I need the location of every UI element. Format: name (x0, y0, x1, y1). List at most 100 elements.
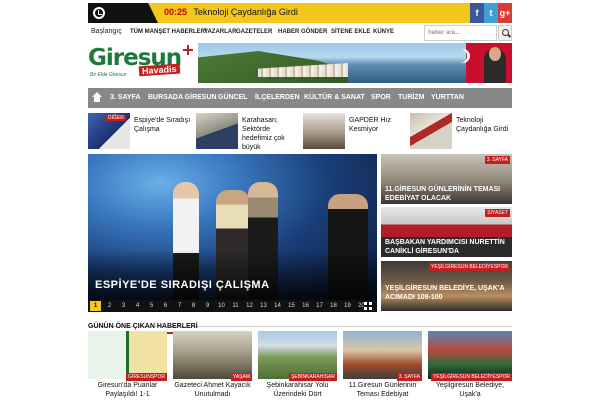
ticker-time: 00:25 (164, 7, 188, 17)
logo-tagline: Bir Elde Giresun (90, 72, 127, 78)
logo-cross-icon (183, 45, 193, 55)
small-news-item[interactable]: GAPDER Hız Kesmiyor (303, 113, 407, 151)
card-tag[interactable]: 3. SAYFA (396, 373, 422, 381)
card-title[interactable]: Giresun'da Puanlar Paylaşıldı! 1-1 (88, 381, 167, 399)
logo-sub-text: Havadis (138, 63, 180, 77)
pager-page-7[interactable]: 7 (174, 301, 185, 311)
twitter-icon[interactable]: t (484, 3, 498, 23)
nav-item-ilcelerden[interactable]: İLÇELERDEN (255, 94, 300, 101)
pager-page-4[interactable]: 4 (132, 301, 143, 311)
pager-page-10[interactable]: 10 (216, 301, 227, 311)
subnav-link-home[interactable]: Başlangıç (91, 28, 122, 35)
subnav-link-authors[interactable]: YAZARLAR (204, 29, 236, 35)
side-news-item[interactable]: 3. SAYFA 11.GİRESUN GÜNLERİNİN TEMASI ED… (381, 154, 512, 204)
card-image (173, 331, 252, 379)
nav-item-3-sayfa[interactable]: 3. SAYFA (110, 94, 140, 101)
card-image (88, 331, 167, 379)
small-news-item[interactable]: Karahasan; Sektörde hedefimiz çok büyük (196, 113, 300, 151)
card-image (258, 331, 337, 379)
search-icon[interactable] (498, 25, 512, 41)
google-plus-icon[interactable]: g+ (498, 3, 512, 23)
small-news-item[interactable]: Teknoloji Çaydanlığa Girdi (410, 113, 512, 151)
clock-icon (93, 7, 105, 19)
card-title[interactable]: 11.Giresun Günlerinin Teması Edebiyat (343, 381, 422, 399)
pager-page-17[interactable]: 17 (314, 301, 325, 311)
small-news-tag: DİĞER (106, 115, 126, 121)
subnav-link-imprint[interactable]: KÜNYE (373, 29, 394, 35)
ticker-headline[interactable]: Teknoloji Çaydanlığa Girdi (193, 7, 298, 17)
pager-page-2[interactable]: 2 (104, 301, 115, 311)
side-news-item[interactable]: YEŞİLGİRESUN BELEDİYESPOR YEŞİLGİRESUN B… (381, 261, 512, 311)
card-tag[interactable]: GİRESUNSPOR (126, 373, 167, 381)
small-news-thumbnail (196, 113, 238, 149)
subnav-link-add-to-site[interactable]: SİTENE EKLE (331, 29, 370, 35)
subnav-link-newspapers[interactable]: GAZETELER (236, 29, 272, 35)
side-news-tag[interactable]: 3. SAYFA (484, 156, 510, 164)
featured-news-card[interactable]: ŞEBİNKARAHİSAR Şebinkarahisar Yolu Üzeri… (258, 331, 337, 400)
small-news-item[interactable]: DİĞER Espiye'de Sıradışı Çalışma (88, 113, 192, 151)
nav-item-guncel[interactable]: GÜNCEL (218, 94, 248, 101)
search-input[interactable]: haber ara... (424, 25, 497, 41)
section-header: GÜNÜN ÖNE ÇIKAN HABERLERİ (88, 315, 512, 334)
subnav-link-send-news[interactable]: HABER GÖNDER (278, 29, 327, 35)
pager-page-16[interactable]: 16 (300, 301, 311, 311)
card-title[interactable]: Şebinkarahisar Yolu Üzerindeki Dört (258, 381, 337, 399)
featured-news-card[interactable]: 3. SAYFA 11.Giresun Günlerinin Teması Ed… (343, 331, 422, 400)
side-news-title[interactable]: BAŞBAKAN YARDIMCISI NURETTİN CANİKLİ GİR… (385, 238, 512, 256)
slider-caption-overlay (88, 250, 377, 300)
featured-news-card[interactable]: GİRESUNSPOR Giresun'da Puanlar Paylaşıld… (88, 331, 167, 400)
card-tag[interactable]: ŞEBİNKARAHİSAR (289, 373, 337, 381)
slider-pager: 1 2 3 4 5 6 7 8 9 10 11 12 13 14 15 16 1… (88, 300, 377, 312)
secondary-nav: Başlangıç TÜM MANŞET HABERLERİ YAZARLAR … (88, 25, 512, 41)
side-news-title[interactable]: 11.GİRESUN GÜNLERİNİN TEMASI EDEBİYAT OL… (385, 185, 512, 203)
pager-page-3[interactable]: 3 (118, 301, 129, 311)
subnav-link-headlines[interactable]: TÜM MANŞET HABERLERİ (130, 29, 207, 35)
pager-page-13[interactable]: 13 (258, 301, 269, 311)
small-news-thumbnail (303, 113, 345, 149)
nav-item-kultur-sanat[interactable]: KÜLTÜR & SANAT (304, 94, 365, 101)
pager-page-1[interactable]: 1 (90, 301, 101, 311)
slider-headline[interactable]: ESPİYE'DE SIRADIŞI ÇALIŞMA (95, 279, 270, 291)
nav-item-yurttan[interactable]: YURTTAN (431, 94, 464, 101)
pager-page-19[interactable]: 19 (342, 301, 353, 311)
side-news-title[interactable]: YEŞİLGİRESUN BELEDİYE, UŞAK'A ACIMADI 10… (385, 284, 512, 302)
card-title[interactable]: Gazeteci Ahmet Kayacık Unutulmadı (173, 381, 252, 399)
main-nav: 3. SAYFA BURSADA GİRESUN GÜNCEL İLÇELERD… (88, 88, 512, 108)
small-news-title[interactable]: GAPDER Hız Kesmiyor (349, 116, 407, 134)
side-news-tag[interactable]: YEŞİLGİRESUN BELEDİYESPOR (429, 263, 510, 271)
social-links: f t g+ (470, 3, 512, 23)
site-logo[interactable]: Giresun Havadis Bir Elde Giresun (88, 43, 196, 83)
pager-page-15[interactable]: 15 (286, 301, 297, 311)
small-news-title[interactable]: Teknoloji Çaydanlığa Girdi (456, 116, 512, 134)
pager-page-12[interactable]: 12 (244, 301, 255, 311)
facebook-icon[interactable]: f (470, 3, 484, 23)
clock-badge (88, 3, 158, 23)
headline-slider[interactable]: ESPİYE'DE SIRADIŞI ÇALIŞMA (88, 154, 377, 300)
pager-page-6[interactable]: 6 (160, 301, 171, 311)
card-image (428, 331, 512, 379)
header-banner[interactable] (198, 43, 512, 83)
news-ticker[interactable]: 00:25 Teknoloji Çaydanlığa Girdi (164, 7, 298, 17)
card-tag[interactable]: YAŞAM (230, 373, 252, 381)
featured-news-card[interactable]: YAŞAM Gazeteci Ahmet Kayacık Unutulmadı (173, 331, 252, 400)
nav-item-bursada-giresun[interactable]: BURSADA GİRESUN (148, 94, 217, 101)
small-news-title[interactable]: Karahasan; Sektörde hedefimiz çok büyük (242, 116, 300, 152)
breaking-news-bar: 00:25 Teknoloji Çaydanlığa Girdi f t g+ (88, 3, 512, 23)
pager-page-14[interactable]: 14 (272, 301, 283, 311)
pager-page-9[interactable]: 9 (202, 301, 213, 311)
side-news-tag[interactable]: SİYASET (485, 209, 510, 217)
side-news-item[interactable]: SİYASET BAŞBAKAN YARDIMCISI NURETTİN CAN… (381, 207, 512, 257)
pager-page-18[interactable]: 18 (328, 301, 339, 311)
small-news-title[interactable]: Espiye'de Sıradışı Çalışma (134, 116, 192, 134)
card-tag[interactable]: YEŞİLGİRESUN BELEDİYESPOR (431, 373, 512, 381)
card-image (343, 331, 422, 379)
nav-item-turizm[interactable]: TURİZM (398, 94, 424, 101)
card-title[interactable]: Yeşilgiresun Belediye, Uşak'a (428, 381, 512, 399)
featured-news-card[interactable]: YEŞİLGİRESUN BELEDİYESPOR Yeşilgiresun B… (428, 331, 512, 400)
home-icon[interactable] (92, 92, 102, 102)
pager-page-5[interactable]: 5 (146, 301, 157, 311)
nav-item-spor[interactable]: SPOR (371, 94, 391, 101)
pager-page-11[interactable]: 11 (230, 301, 241, 311)
pager-page-8[interactable]: 8 (188, 301, 199, 311)
grid-view-icon[interactable] (364, 302, 372, 310)
